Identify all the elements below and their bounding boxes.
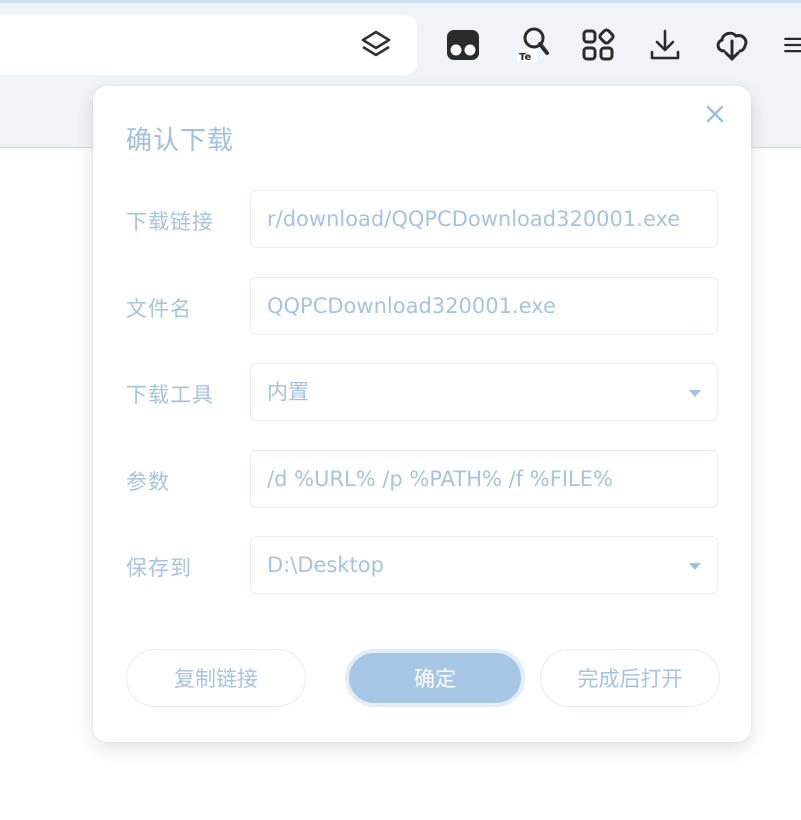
dialog-title: 确认下载 xyxy=(126,126,235,156)
apps-icon-svg xyxy=(582,28,615,61)
translate-icon-svg: Te xyxy=(517,27,549,63)
params-field[interactable]: /d %URL% /p %PATH% /f %FILE% xyxy=(250,450,718,508)
cloud-download-icon-svg xyxy=(716,31,748,61)
download-icon-svg xyxy=(650,29,680,60)
download-tool-select[interactable]: 内置 xyxy=(250,363,718,421)
menu-icon[interactable] xyxy=(780,25,801,65)
confirm-download-dialog: 确认下载 下载链接 r/download/QQPCDownload320001.… xyxy=(93,86,751,742)
close-button[interactable] xyxy=(701,100,729,128)
translate-icon[interactable]: Te xyxy=(512,25,552,65)
save-to-select[interactable]: D:\Desktop xyxy=(250,536,718,594)
cloud-download-icon[interactable] xyxy=(712,25,752,65)
copy-link-button[interactable]: 复制链接 xyxy=(126,649,306,707)
chevron-down-icon xyxy=(689,563,701,570)
address-bar[interactable] xyxy=(0,15,417,75)
sidebar-icon-svg xyxy=(361,30,391,57)
chevron-down-icon xyxy=(689,390,701,397)
save-to-value: D:\Desktop xyxy=(267,553,384,577)
params-label: 参数 xyxy=(126,470,170,494)
download-link-field[interactable]: r/download/QQPCDownload320001.exe xyxy=(250,190,718,248)
tampermonkey-icon[interactable] xyxy=(443,25,483,65)
svg-text:Te: Te xyxy=(519,52,531,63)
confirm-button[interactable]: 确定 xyxy=(345,649,525,707)
close-icon xyxy=(706,105,724,123)
menu-icon-svg xyxy=(784,37,801,53)
download-link-label: 下载链接 xyxy=(126,210,214,234)
download-tool-value: 内置 xyxy=(267,380,309,404)
filename-label: 文件名 xyxy=(126,297,192,321)
apps-icon[interactable] xyxy=(578,25,618,65)
save-to-label: 保存到 xyxy=(126,556,192,580)
filename-field[interactable]: QQPCDownload320001.exe xyxy=(250,277,718,335)
sidebar-icon[interactable] xyxy=(356,25,396,65)
download-icon[interactable] xyxy=(645,25,685,65)
open-after-complete-button[interactable]: 完成后打开 xyxy=(540,649,720,707)
tampermonkey-icon-svg xyxy=(447,30,479,60)
download-tool-label: 下载工具 xyxy=(126,383,214,407)
